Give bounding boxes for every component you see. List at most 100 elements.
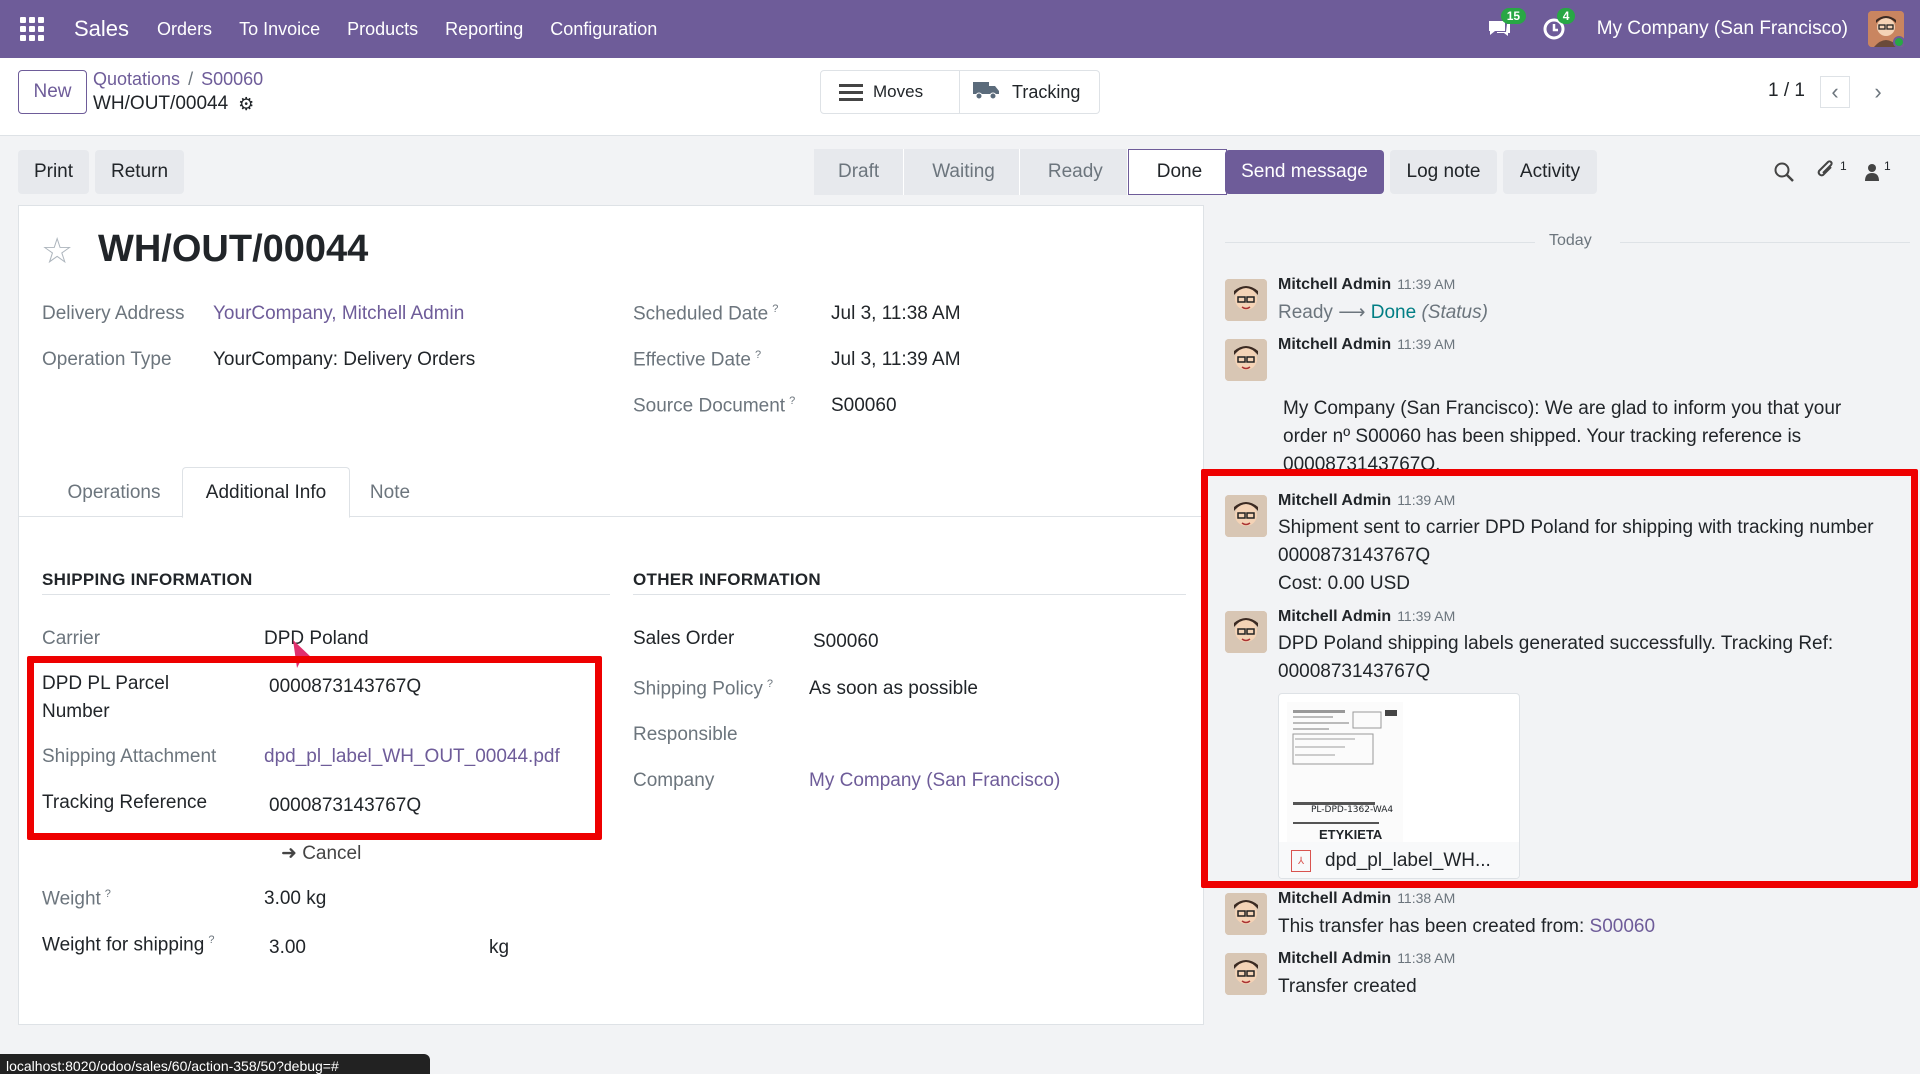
search-icon[interactable]	[1773, 161, 1795, 188]
message-author[interactable]: Mitchell Admin 11:39 AM	[1278, 276, 1455, 294]
date-divider-line	[1225, 242, 1535, 243]
tab-additional-info[interactable]: Additional Info	[182, 467, 350, 518]
menu-configuration[interactable]: Configuration	[550, 19, 657, 40]
moves-label: Moves	[873, 82, 924, 101]
source-document-value[interactable]: S00060	[831, 395, 897, 417]
previous-record-button[interactable]: ‹	[1820, 76, 1850, 108]
breadcrumb-separator: /	[188, 69, 194, 89]
highlight-box-chatter	[1201, 469, 1918, 888]
sales-order-label: Sales Order	[633, 628, 735, 649]
help-icon[interactable]: ?	[755, 349, 761, 361]
tracking-label: Tracking	[1012, 81, 1081, 102]
gear-icon[interactable]: ⚙	[238, 94, 254, 115]
main-menu: Orders To Invoice Products Reporting Con…	[157, 19, 684, 40]
followers-icon[interactable]: 1	[1863, 159, 1891, 183]
author-avatar[interactable]	[1225, 893, 1267, 935]
online-status-icon	[1893, 36, 1904, 47]
moves-button[interactable]: Moves	[820, 70, 960, 114]
tab-note[interactable]: Note	[350, 467, 430, 518]
app-menu-icon[interactable]	[20, 17, 44, 41]
status-ready[interactable]: Ready	[1019, 149, 1128, 195]
record-title: WH/OUT/00044	[98, 228, 369, 270]
menu-to-invoice[interactable]: To Invoice	[239, 19, 320, 40]
help-icon[interactable]: ?	[789, 395, 795, 407]
delivery-address-label: Delivery Address	[42, 303, 185, 324]
responsible-label: Responsible	[633, 724, 738, 745]
menu-products[interactable]: Products	[347, 19, 418, 40]
activity-button[interactable]: Activity	[1503, 150, 1597, 194]
favorite-star-icon[interactable]: ☆	[41, 230, 73, 272]
message-author[interactable]: Mitchell Admin 11:39 AM	[1278, 336, 1455, 354]
effective-date-value: Jul 3, 11:39 AM	[831, 349, 961, 370]
menu-orders[interactable]: Orders	[157, 19, 212, 40]
carrier-label: Carrier	[42, 628, 101, 649]
pager-value[interactable]: 1 / 1	[1768, 80, 1805, 102]
messages-badge: 15	[1500, 8, 1527, 24]
status-done[interactable]: Done	[1127, 149, 1228, 195]
status-bar: Draft Waiting Ready Done	[814, 149, 1228, 195]
company-label: Company	[633, 770, 715, 791]
date-divider-line	[1620, 242, 1910, 243]
user-avatar[interactable]	[1868, 11, 1904, 47]
weight-for-shipping-input[interactable]: 3.00	[269, 937, 306, 959]
menu-reporting[interactable]: Reporting	[445, 19, 523, 40]
company-value[interactable]: My Company (San Francisco)	[809, 770, 1060, 792]
message-author[interactable]: Mitchell Admin 11:38 AM	[1278, 950, 1455, 968]
truck-icon	[972, 79, 1000, 106]
control-panel: New Quotations / S00060 WH/OUT/00044 ⚙ Mov…	[0, 58, 1920, 136]
tab-operations[interactable]: Operations	[39, 467, 189, 518]
new-button[interactable]: New	[18, 70, 87, 114]
breadcrumb-order[interactable]: S00060	[201, 69, 263, 89]
author-avatar[interactable]	[1225, 339, 1267, 381]
arrow-right-icon: ➜	[281, 843, 303, 864]
source-document-label: Source Document?	[633, 395, 796, 417]
top-navbar: Sales Orders To Invoice Products Reporti…	[0, 0, 1920, 58]
sales-order-value[interactable]: S00060	[813, 631, 879, 653]
weight-value: 3.00 kg	[264, 888, 327, 909]
message-body-line: This transfer has been created from: S00…	[1278, 916, 1656, 937]
operation-type-value[interactable]: YourCompany: Delivery Orders	[213, 349, 475, 371]
action-row: Print Return Draft Waiting Ready Done Se…	[0, 137, 1920, 207]
message-body-line: 0000873143767Q.	[1283, 454, 1441, 471]
weight-label: Weight?	[42, 888, 111, 910]
help-icon[interactable]: ?	[208, 934, 214, 946]
help-icon[interactable]: ?	[105, 888, 111, 900]
section-divider	[633, 594, 1186, 595]
company-switcher[interactable]: My Company (San Francisco)	[1597, 18, 1848, 40]
source-order-link[interactable]: S00060	[1590, 916, 1656, 937]
tracking-button[interactable]: Tracking	[960, 70, 1100, 114]
help-icon[interactable]: ?	[772, 303, 778, 315]
message-time: 11:38 AM	[1397, 950, 1456, 966]
scheduled-date-value[interactable]: Jul 3, 11:38 AM	[831, 303, 961, 325]
weight-unit: kg	[489, 937, 510, 958]
print-button[interactable]: Print	[18, 150, 89, 194]
next-record-button[interactable]: ›	[1863, 76, 1893, 108]
log-note-button[interactable]: Log note	[1390, 150, 1497, 194]
carrier-value[interactable]: DPD Poland	[264, 628, 369, 650]
message-author[interactable]: Mitchell Admin 11:38 AM	[1278, 890, 1455, 908]
message-body-line: order nº S00060 has been shipped. Your t…	[1283, 426, 1802, 447]
shipping-policy-value[interactable]: As soon as possible	[809, 678, 978, 700]
help-icon[interactable]: ?	[767, 678, 773, 690]
message-transfer-created: Mitchell Admin 11:38 AM Transfer created	[1220, 949, 1920, 1007]
weight-for-shipping-label: Weight for shipping?	[42, 934, 215, 956]
breadcrumb-quotations[interactable]: Quotations	[93, 69, 180, 89]
highlight-box-form	[27, 656, 602, 840]
messages-icon[interactable]: 15	[1485, 8, 1527, 44]
attachments-count: 1	[1840, 159, 1847, 173]
form-sheet: ☆ WH/OUT/00044 Delivery Address YourComp…	[18, 205, 1204, 1025]
status-waiting[interactable]: Waiting	[904, 149, 1020, 195]
author-avatar[interactable]	[1225, 279, 1267, 321]
section-divider	[42, 594, 610, 595]
return-button[interactable]: Return	[95, 150, 184, 194]
attachment-icon[interactable]: 1	[1815, 159, 1847, 183]
message-shipped-email: Mitchell Admin 11:39 AM My Company (San F…	[1220, 333, 1920, 473]
app-name[interactable]: Sales	[74, 16, 129, 42]
delivery-address-value[interactable]: YourCompany, Mitchell Admin	[213, 303, 464, 325]
activities-icon[interactable]: 4	[1541, 8, 1576, 44]
cancel-shipment-button[interactable]: ➜ Cancel	[281, 842, 361, 865]
author-avatar[interactable]	[1225, 953, 1267, 995]
message-body-line: Transfer created	[1278, 976, 1417, 997]
status-draft[interactable]: Draft	[814, 149, 905, 195]
send-message-button[interactable]: Send message	[1225, 150, 1384, 194]
